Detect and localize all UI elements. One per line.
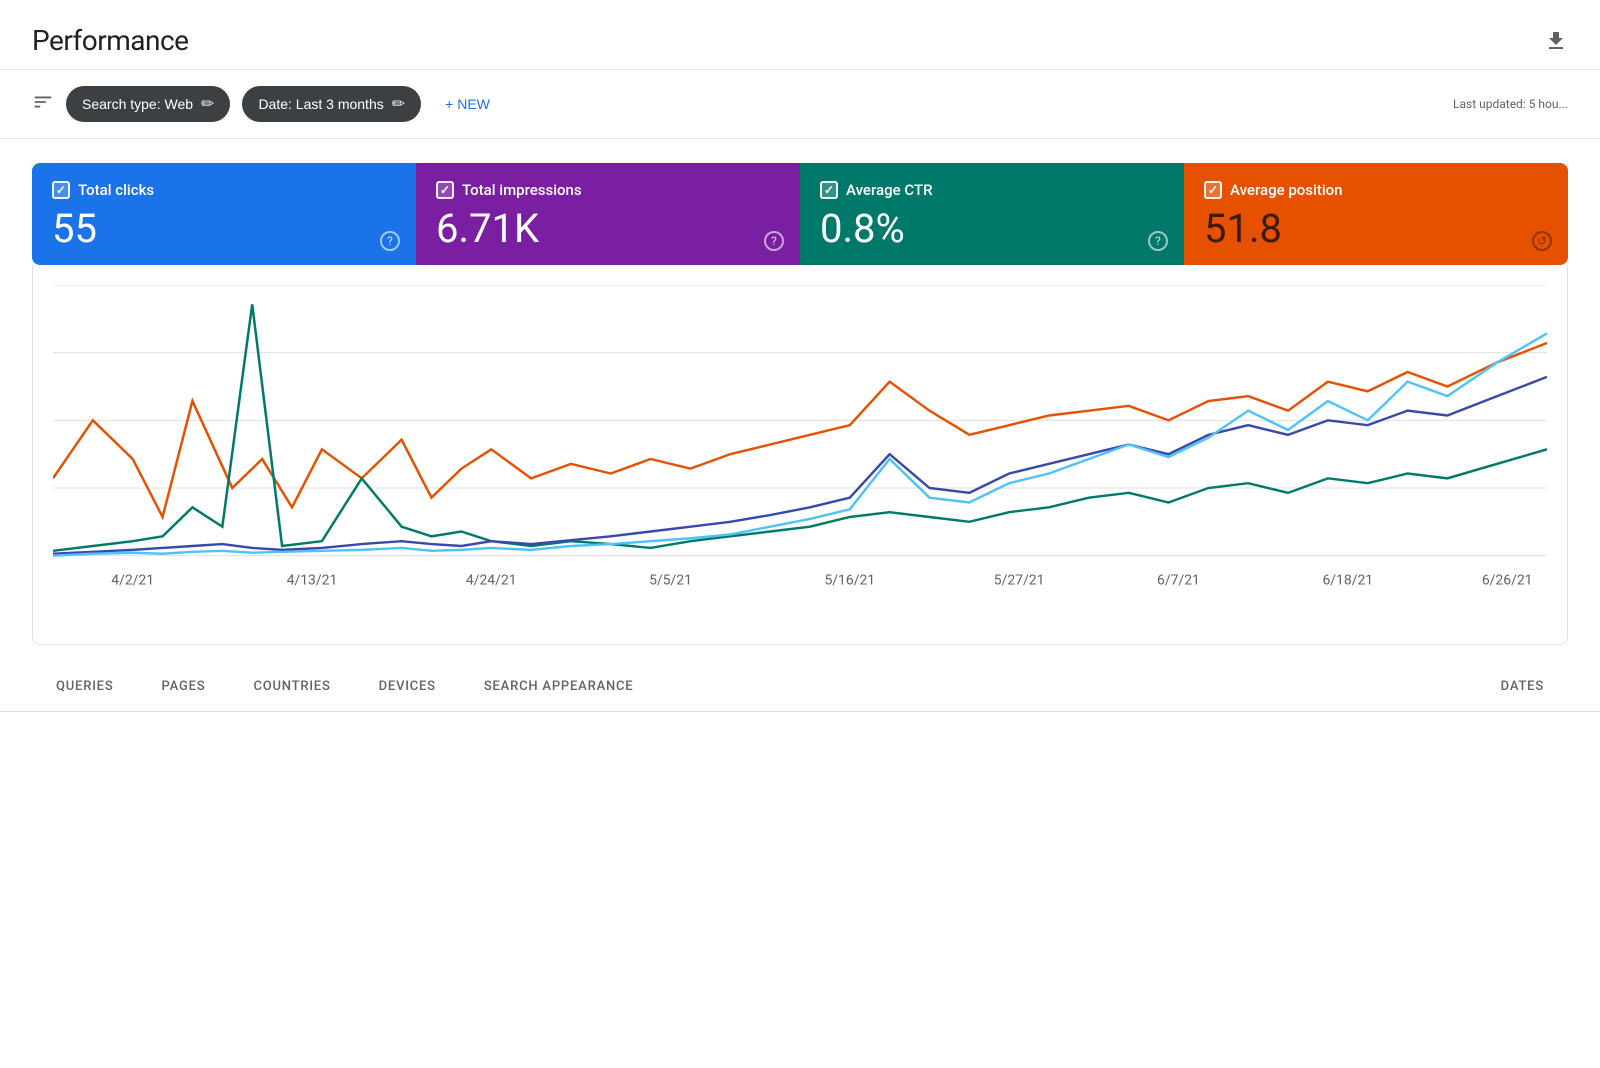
edit-search-type-icon: ✏ xyxy=(201,94,214,114)
tab-queries[interactable]: QUERIES xyxy=(32,665,138,711)
svg-text:4/13/21: 4/13/21 xyxy=(287,573,338,589)
svg-text:6/7/21: 6/7/21 xyxy=(1157,573,1200,589)
svg-text:5/16/21: 5/16/21 xyxy=(824,573,875,589)
page-wrapper: Performance Search type: Web ✏ Date: Las… xyxy=(0,0,1600,1068)
metric-label-impressions: Total impressions xyxy=(462,181,582,199)
chart-container: 4/2/21 4/13/21 4/24/21 5/5/21 5/16/21 5/… xyxy=(32,265,1568,645)
metric-value-ctr: 0.8% xyxy=(820,209,1164,249)
svg-text:6/18/21: 6/18/21 xyxy=(1322,573,1373,589)
metric-label-position: Average position xyxy=(1230,181,1343,199)
metric-header-ctr: Average CTR xyxy=(820,181,1164,199)
metric-card-ctr[interactable]: Average CTR 0.8% ? xyxy=(800,163,1184,265)
metrics-row: Total clicks 55 ? Total impressions 6.71… xyxy=(32,163,1568,265)
metric-help-clicks[interactable]: ? xyxy=(380,231,400,251)
metric-card-impressions[interactable]: Total impressions 6.71K ? xyxy=(416,163,800,265)
new-button[interactable]: + NEW xyxy=(433,88,502,120)
metric-value-clicks: 55 xyxy=(52,209,396,249)
svg-text:4/24/21: 4/24/21 xyxy=(466,573,517,589)
metric-card-position[interactable]: Average position 51.8 ↺ xyxy=(1184,163,1568,265)
tab-countries[interactable]: COUNTRIES xyxy=(229,665,354,711)
filter-icon[interactable] xyxy=(32,91,54,118)
metric-header-impressions: Total impressions xyxy=(436,181,780,199)
svg-text:5/27/21: 5/27/21 xyxy=(994,573,1045,589)
metric-header-position: Average position xyxy=(1204,181,1548,199)
metric-label-ctr: Average CTR xyxy=(846,181,933,199)
tab-dates[interactable]: DATES xyxy=(1477,665,1568,711)
toolbar: Search type: Web ✏ Date: Last 3 months ✏… xyxy=(0,70,1600,139)
search-type-chip[interactable]: Search type: Web ✏ xyxy=(66,86,230,122)
svg-text:6/26/21: 6/26/21 xyxy=(1482,573,1533,589)
metric-header-clicks: Total clicks xyxy=(52,181,396,199)
metric-value-position: 51.8 xyxy=(1204,209,1548,249)
metric-help-ctr[interactable]: ? xyxy=(1148,231,1168,251)
header: Performance xyxy=(0,0,1600,70)
metric-checkbox-ctr[interactable] xyxy=(820,181,838,199)
tab-pages[interactable]: PAGES xyxy=(138,665,230,711)
performance-chart: 4/2/21 4/13/21 4/24/21 5/5/21 5/16/21 5/… xyxy=(53,285,1547,604)
bottom-tabs: QUERIES PAGES COUNTRIES DEVICES SEARCH A… xyxy=(0,665,1600,712)
metric-help-impressions[interactable]: ? xyxy=(764,231,784,251)
metric-card-clicks[interactable]: Total clicks 55 ? xyxy=(32,163,416,265)
metric-label-clicks: Total clicks xyxy=(78,181,154,199)
page-title: Performance xyxy=(32,24,188,57)
tab-search-appearance[interactable]: SEARCH APPEARANCE xyxy=(460,665,658,711)
metric-help-position[interactable]: ↺ xyxy=(1532,231,1552,251)
metric-checkbox-impressions[interactable] xyxy=(436,181,454,199)
svg-text:4/2/21: 4/2/21 xyxy=(111,573,154,589)
last-updated: Last updated: 5 hou... xyxy=(1453,97,1568,111)
download-icon[interactable] xyxy=(1544,29,1568,53)
edit-date-icon: ✏ xyxy=(392,94,405,114)
date-chip[interactable]: Date: Last 3 months ✏ xyxy=(242,86,421,122)
svg-text:5/5/21: 5/5/21 xyxy=(649,573,692,589)
tab-devices[interactable]: DEVICES xyxy=(355,665,460,711)
metric-checkbox-position[interactable] xyxy=(1204,181,1222,199)
metric-value-impressions: 6.71K xyxy=(436,209,780,249)
metric-checkbox-clicks[interactable] xyxy=(52,181,70,199)
